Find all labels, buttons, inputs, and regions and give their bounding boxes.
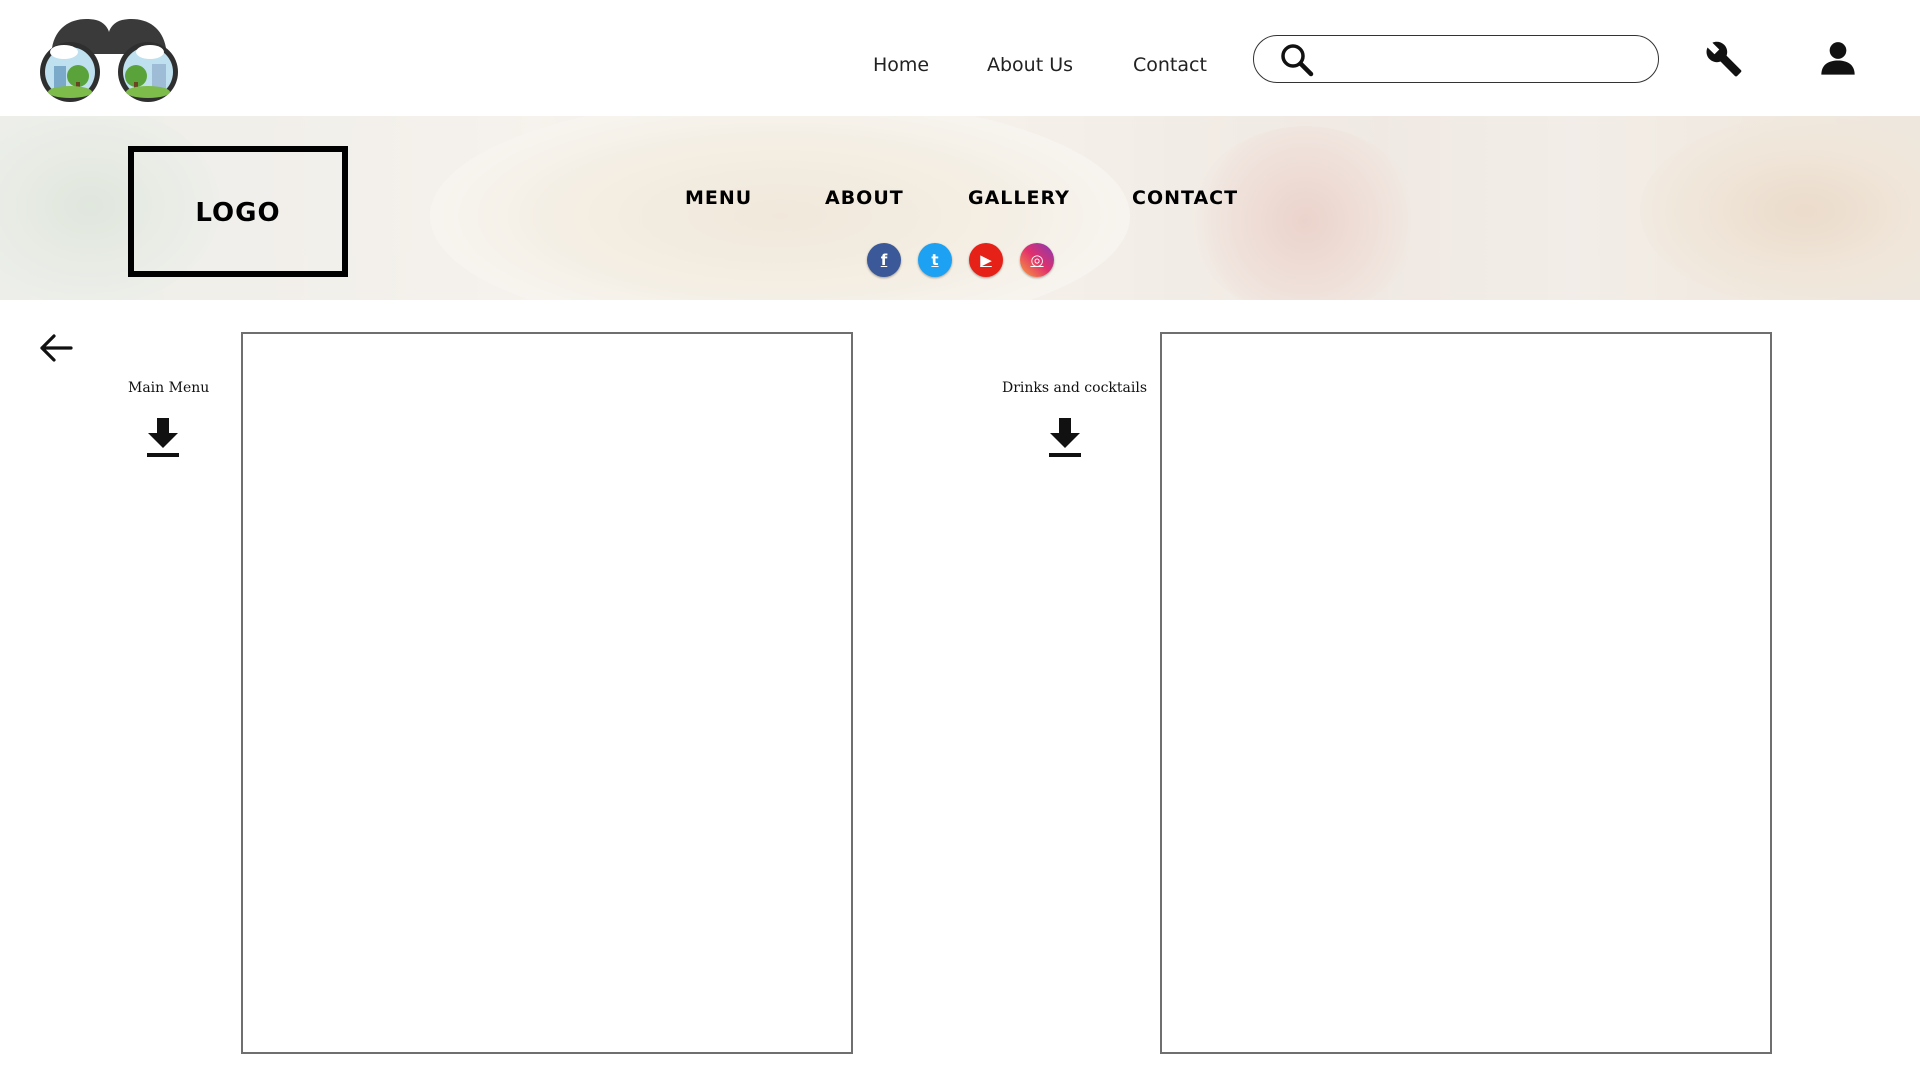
nav-contact-link[interactable]: Contact xyxy=(1133,54,1207,76)
top-bar: Home About Us Contact xyxy=(0,0,1920,116)
nav-about-link[interactable]: About Us xyxy=(987,54,1073,76)
nav-home-link[interactable]: Home xyxy=(873,54,929,76)
search-icon[interactable] xyxy=(1280,43,1314,77)
binoculars-logo[interactable] xyxy=(34,14,184,106)
instagram-icon[interactable]: ◎ xyxy=(1020,243,1054,277)
main-menu-label: Main Menu xyxy=(128,380,210,396)
download-icon[interactable] xyxy=(146,416,180,458)
download-icon[interactable] xyxy=(1048,416,1082,458)
hero-nav-contact[interactable]: CONTACT xyxy=(1132,187,1238,209)
facebook-icon[interactable]: f xyxy=(867,243,901,277)
drinks-menu-label: Drinks and cocktails xyxy=(1002,380,1148,396)
wrench-icon[interactable] xyxy=(1705,40,1743,78)
logo-placeholder[interactable]: LOGO xyxy=(128,146,348,277)
logo-text: LOGO xyxy=(195,198,281,228)
hero-nav-gallery[interactable]: GALLERY xyxy=(968,187,1070,209)
drinks-menu-viewer[interactable] xyxy=(1160,332,1772,1054)
twitter-icon[interactable]: t xyxy=(918,243,952,277)
user-icon[interactable] xyxy=(1818,38,1858,78)
back-arrow-icon[interactable] xyxy=(38,330,74,366)
youtube-icon[interactable]: ▶ xyxy=(969,243,1003,277)
search-input[interactable] xyxy=(1330,44,1640,74)
hero-nav-about[interactable]: ABOUT xyxy=(825,187,904,209)
search-bar[interactable] xyxy=(1253,35,1659,83)
main-menu-viewer[interactable] xyxy=(241,332,853,1054)
hero-nav-menu[interactable]: MENU xyxy=(685,187,752,209)
